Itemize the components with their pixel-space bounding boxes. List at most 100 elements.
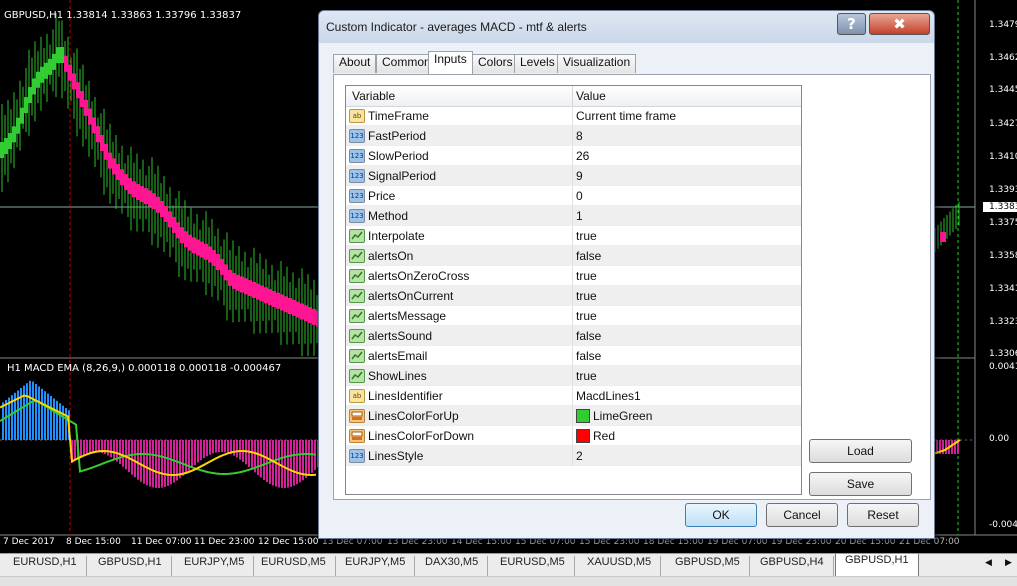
input-row[interactable]: LinesColorForDown Red (346, 426, 801, 446)
price-label: 1.33412 (989, 284, 1017, 294)
bool-type-icon (349, 309, 365, 323)
trend-band-segment (64, 55, 68, 72)
trend-band-segment (296, 301, 300, 318)
input-value-cell[interactable]: true (573, 266, 801, 286)
input-row[interactable]: ab LinesIdentifier MacdLines1 (346, 386, 801, 406)
trend-band-segment (264, 287, 268, 304)
close-button[interactable]: ✖ (869, 13, 930, 35)
input-row[interactable]: Interpolate true (346, 226, 801, 246)
trend-band-segment (52, 53, 56, 70)
input-row[interactable]: alertsOn false (346, 246, 801, 266)
input-row[interactable]: 123 SignalPeriod 9 (346, 166, 801, 186)
input-value-cell[interactable]: LimeGreen (573, 406, 801, 426)
trend-band-segment (148, 190, 152, 207)
symbol-tab[interactable]: EURUSD,H1 (4, 556, 87, 576)
input-row[interactable]: 123 Price 0 (346, 186, 801, 206)
input-value-cell[interactable]: 26 (573, 146, 801, 166)
symbol-tab[interactable]: EURUSD,M5 (491, 556, 575, 576)
variable-column-header[interactable]: Variable (352, 89, 395, 103)
input-row[interactable]: ShowLines true (346, 366, 801, 386)
trend-band-segment (176, 222, 180, 239)
tab-levels[interactable]: Levels (514, 54, 561, 73)
price-label: 1.34797 (989, 20, 1017, 30)
trend-band-segment (308, 307, 312, 324)
bool-type-icon (349, 349, 365, 363)
tab-inputs[interactable]: Inputs (428, 51, 473, 74)
input-row[interactable]: ab TimeFrame Current time frame (346, 106, 801, 126)
scroll-left-icon[interactable]: ◀ (985, 558, 992, 568)
value-column-header[interactable]: Value (576, 89, 606, 103)
histogram-bar (251, 440, 253, 470)
input-row[interactable]: alertsMessage true (346, 306, 801, 326)
histogram-bar (119, 440, 121, 465)
input-name: alertsMessage (368, 309, 447, 323)
dialog-titlebar[interactable]: Custom Indicator - averages MACD - mtf &… (319, 11, 934, 43)
input-name: LinesColorForDown (368, 429, 475, 443)
input-value-cell[interactable]: true (573, 226, 801, 246)
input-value-cell[interactable]: 2 (573, 446, 801, 466)
input-value-cell[interactable]: true (573, 306, 801, 326)
histogram-bar (152, 440, 154, 488)
input-row[interactable]: 123 LinesStyle 2 (346, 446, 801, 466)
histogram-bar (203, 440, 205, 459)
input-name: LinesIdentifier (368, 389, 443, 403)
symbol-tab[interactable]: GBPUSD,M5 (666, 556, 750, 576)
trend-band-segment (100, 135, 104, 151)
trend-band-segment (236, 274, 240, 291)
input-row[interactable]: alertsEmail false (346, 346, 801, 366)
tab-colors[interactable]: Colors (472, 54, 519, 73)
input-value-cell[interactable]: MacdLines1 (573, 386, 801, 406)
input-value-cell[interactable]: false (573, 346, 801, 366)
symbol-tab[interactable]: EURJPY,M5 (336, 556, 416, 576)
input-row[interactable]: alertsSound false (346, 326, 801, 346)
input-value-cell[interactable]: true (573, 286, 801, 306)
symbol-tab[interactable]: EURUSD,M5 (252, 556, 336, 576)
histogram-bar (164, 440, 166, 487)
input-value-cell[interactable]: 9 (573, 166, 801, 186)
histogram-bar (239, 440, 241, 460)
custom-indicator-dialog: Custom Indicator - averages MACD - mtf &… (318, 10, 935, 539)
input-value-cell[interactable]: true (573, 366, 801, 386)
symbol-tab[interactable]: GBPUSD,H1 (89, 556, 172, 576)
input-value-cell[interactable]: false (573, 246, 801, 266)
input-value-cell[interactable]: false (573, 326, 801, 346)
symbol-tab[interactable]: EURJPY,M5 (175, 556, 255, 576)
symbol-tab-bar: EURUSD,H1 GBPUSD,H1 EURJPY,M5 EURUSD,M5 EURJ… (0, 553, 1017, 586)
load-button[interactable]: Load (809, 439, 912, 463)
ok-button[interactable]: OK (685, 503, 757, 527)
histogram-bar (206, 440, 208, 457)
input-row[interactable]: 123 FastPeriod 8 (346, 126, 801, 146)
input-row[interactable]: alertsOnZeroCross true (346, 266, 801, 286)
color-type-icon (349, 429, 365, 443)
histogram-bar (143, 440, 145, 484)
input-name: SignalPeriod (368, 169, 437, 183)
input-row[interactable]: LinesColorForUp LimeGreen (346, 406, 801, 426)
input-row[interactable]: alertsOnCurrent true (346, 286, 801, 306)
input-row[interactable]: 123 Method 1 (346, 206, 801, 226)
reset-button[interactable]: Reset (847, 503, 919, 527)
histogram-bar (158, 440, 160, 488)
symbol-tab[interactable]: GBPUSD,H1 (835, 554, 919, 577)
help-button[interactable]: ? (837, 13, 866, 35)
input-value-cell[interactable]: 0 (573, 186, 801, 206)
trend-band-segment (124, 174, 128, 191)
symbol-tab[interactable]: DAX30,M5 (416, 556, 489, 576)
symbol-tab[interactable]: XAUUSD,M5 (578, 556, 662, 576)
tab-about[interactable]: About (333, 54, 377, 73)
histogram-bar (248, 440, 250, 468)
input-value-cell[interactable]: 8 (573, 126, 801, 146)
trend-band-segment (208, 246, 212, 263)
cancel-button[interactable]: Cancel (766, 503, 838, 527)
symbol-tab[interactable]: GBPUSD,H4 (751, 556, 834, 576)
input-row[interactable]: 123 SlowPeriod 26 (346, 146, 801, 166)
trend-band-segment (128, 178, 132, 195)
trend-band-segment (80, 91, 84, 107)
scroll-right-icon[interactable]: ▶ (1005, 558, 1012, 568)
bool-type-icon (349, 369, 365, 383)
input-value-cell[interactable]: Current time frame (573, 106, 801, 126)
input-value-cell[interactable]: Red (573, 426, 801, 446)
tab-visualization[interactable]: Visualization (557, 54, 637, 73)
input-value-cell[interactable]: 1 (573, 206, 801, 226)
save-button[interactable]: Save (809, 472, 912, 496)
input-name: alertsSound (368, 329, 433, 343)
